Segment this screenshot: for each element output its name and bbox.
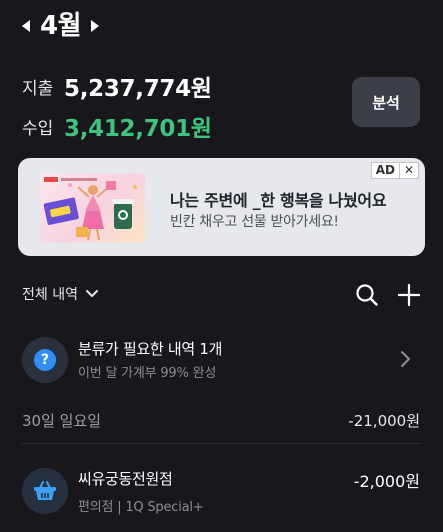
shopping-basket-icon [34, 481, 56, 500]
ad-image [40, 173, 145, 243]
list-header: 전체 내역 [22, 280, 422, 310]
transaction-meta: 편의점 | 1Q Special+ [78, 500, 204, 515]
income-row: 수입 3,412,701원 [22, 106, 212, 146]
question-icon: ? [34, 349, 56, 371]
day-header: 30일 일요일 -21,000원 [22, 408, 420, 434]
question-icon-wrapper: ? [22, 337, 68, 383]
day-date: 30일 일요일 [22, 412, 102, 430]
transaction-amount: -2,000원 [353, 472, 420, 491]
header-actions [354, 282, 422, 308]
monthly-summary: 지출 5,237,774원 수입 3,412,701원 [22, 66, 212, 146]
ad-title: 나는 주변에 _한 행복을 나눴어요 [170, 191, 387, 210]
uncategorized-subtitle: 이번 달 가계부 99% 완성 [78, 366, 217, 381]
transaction-name: 씨유궁동전원점 [78, 470, 173, 488]
divider [22, 443, 420, 444]
ad-label: AD [370, 162, 400, 179]
ad-badges: AD ✕ [370, 162, 419, 179]
transaction-icon-wrapper [22, 468, 68, 514]
uncategorized-title: 분류가 필요한 내역 1개 [78, 340, 223, 358]
next-month-icon[interactable] [91, 20, 100, 32]
day-total: -21,000원 [348, 412, 420, 430]
expense-row: 지출 5,237,774원 [22, 66, 212, 106]
expense-label: 지출 [22, 78, 54, 99]
ad-banner[interactable]: AD ✕ 나는 주변에 _한 행복을 나눴어요 빈칸 채우고 선물 받아가세요! [18, 158, 425, 256]
prev-month-icon[interactable] [22, 20, 30, 32]
filter-dropdown[interactable]: 전체 내역 [22, 284, 98, 304]
filter-label: 전체 내역 [22, 287, 78, 303]
income-amount: 3,412,701원 [64, 116, 212, 142]
uncategorized-prompt[interactable]: ? 분류가 필요한 내역 1개 이번 달 가계부 99% 완성 [22, 334, 422, 386]
ad-subtitle: 빈칸 채우고 선물 받아가세요! [170, 214, 339, 230]
analyze-button[interactable]: 분석 [352, 77, 420, 127]
month-navigator: 4월 [22, 8, 100, 44]
income-label: 수입 [22, 118, 54, 139]
plus-icon[interactable] [396, 282, 422, 308]
chevron-right-icon [401, 351, 410, 367]
close-icon[interactable]: ✕ [399, 162, 419, 179]
search-icon[interactable] [354, 282, 380, 308]
chevron-down-icon [85, 290, 98, 297]
expense-amount: 5,237,774원 [64, 76, 212, 102]
transaction-row[interactable]: 씨유궁동전원점 편의점 | 1Q Special+ -2,000원 [22, 466, 420, 518]
current-month[interactable]: 4월 [40, 8, 82, 44]
